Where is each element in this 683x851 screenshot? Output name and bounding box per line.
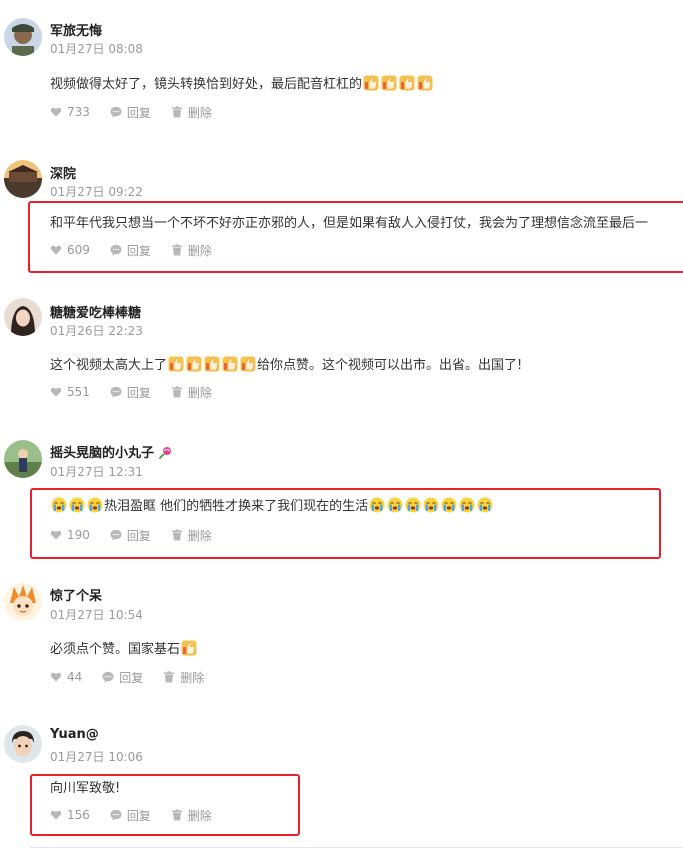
comment-text: 向川军致敬! (50, 781, 121, 796)
crying-face-icon (368, 499, 494, 514)
comment-text: 和平年代我只想当一个不坏不好亦正亦邪的人，但是如果有敌人入侵打仗，我会为了理想信… (50, 216, 649, 231)
delete-button[interactable]: 删除 (163, 669, 204, 686)
delete-label: 删除 (187, 105, 212, 120)
timestamp: 01月27日 10:54 (50, 608, 143, 622)
delete-button[interactable]: 删除 (171, 242, 212, 259)
avatar[interactable] (4, 160, 42, 198)
like-button[interactable]: 190 (50, 528, 90, 542)
delete-label: 删除 (187, 528, 212, 543)
comment-actions: 44 回复 删除 (50, 669, 224, 685)
avatar[interactable] (4, 583, 42, 621)
username[interactable]: 深院 (50, 163, 76, 182)
reply-label: 回复 (126, 243, 151, 258)
trash-icon (171, 529, 183, 541)
comment-bubble-icon (102, 671, 114, 683)
comment-bubble-icon (110, 529, 122, 541)
bottom-divider (30, 847, 683, 848)
comment-text: 热泪盈眶 他们的牺牲才换来了我们现在的生活 (50, 497, 680, 517)
thumbs-up-icon (167, 358, 257, 373)
comment-bubble-icon (110, 386, 122, 398)
delete-label: 删除 (187, 385, 212, 400)
comment-text-body: 必须点个赞。国家基石 (50, 642, 181, 657)
trash-icon (171, 106, 183, 118)
trash-icon (171, 244, 183, 256)
avatar[interactable] (4, 725, 42, 763)
heart-icon (50, 529, 62, 541)
reply-button[interactable]: 回复 (110, 807, 151, 824)
like-count: 733 (67, 105, 90, 119)
reply-label: 回复 (119, 670, 144, 685)
comment-actions: 156 回复 删除 (50, 807, 232, 823)
avatar[interactable] (4, 298, 42, 336)
delete-button[interactable]: 删除 (171, 527, 212, 544)
delete-button[interactable]: 删除 (171, 104, 212, 121)
crying-face-icon (50, 499, 104, 514)
comment-actions: 190 回复 删除 (50, 527, 232, 543)
delete-button[interactable]: 删除 (171, 384, 212, 401)
like-count: 156 (67, 808, 90, 822)
username[interactable]: Yuan@ (50, 727, 99, 742)
delete-button[interactable]: 删除 (171, 807, 212, 824)
username[interactable]: 糖糖爱吃棒棒糖 (50, 302, 141, 321)
reply-button[interactable]: 回复 (110, 527, 151, 544)
comment-bubble-icon (110, 244, 122, 256)
like-button[interactable]: 733 (50, 105, 90, 119)
comment-text-body: 视频做得太好了，镜头转换恰到好处，最后配音杠杠的 (50, 77, 363, 92)
avatar[interactable] (4, 440, 42, 478)
avatar[interactable] (4, 18, 42, 56)
reply-label: 回复 (126, 105, 151, 120)
highlight-box (28, 201, 683, 273)
like-count: 44 (67, 670, 83, 684)
comment-text-body: 热泪盈眶 他们的牺牲才换来了我们现在的生活 (104, 499, 369, 514)
heart-icon (50, 244, 62, 256)
comment-text: 这个视频太高大上了 给你点赞。这个视频可以出市。出省。出国了! (50, 356, 680, 376)
delete-label: 删除 (187, 243, 212, 258)
timestamp: 01月27日 09:22 (50, 185, 143, 199)
like-button[interactable]: 551 (50, 385, 90, 399)
reply-label: 回复 (126, 808, 151, 823)
reply-button[interactable]: 回复 (110, 242, 151, 259)
comment-actions: 609 回复 删除 (50, 242, 232, 258)
comment-actions: 551 回复 删除 (50, 384, 232, 400)
like-button[interactable]: 156 (50, 808, 90, 822)
like-button[interactable]: 609 (50, 243, 90, 257)
heart-icon (50, 671, 62, 683)
username[interactable]: 惊了个呆 (50, 585, 102, 604)
comment-actions: 733 回复 删除 (50, 104, 232, 120)
comment-text-body: 这个视频太高大上了 (50, 358, 168, 373)
comment-bubble-icon (110, 809, 122, 821)
username[interactable]: 军旅无悔 (50, 20, 102, 39)
delete-label: 删除 (187, 808, 212, 823)
trash-icon (163, 671, 175, 683)
timestamp: 01月27日 08:08 (50, 42, 143, 56)
trash-icon (171, 386, 183, 398)
comment-bubble-icon (110, 106, 122, 118)
like-count: 551 (67, 385, 90, 399)
thumbs-up-icon (362, 77, 434, 92)
heart-icon (50, 106, 62, 118)
thumbs-up-icon (180, 642, 198, 657)
timestamp: 01月27日 10:06 (50, 750, 143, 764)
comment-text: 必须点个赞。国家基石 (50, 640, 680, 660)
username[interactable]: 摇头晃脑的小丸子 (50, 442, 172, 464)
username-text: 摇头晃脑的小丸子 (50, 446, 155, 461)
reply-button[interactable]: 回复 (110, 104, 151, 121)
reply-button[interactable]: 回复 (110, 384, 151, 401)
heart-icon (50, 386, 62, 398)
reply-button[interactable]: 回复 (102, 669, 143, 686)
lollipop-icon (158, 446, 172, 464)
delete-label: 删除 (180, 670, 205, 685)
reply-label: 回复 (126, 385, 151, 400)
timestamp: 01月26日 22:23 (50, 324, 143, 338)
reply-label: 回复 (126, 528, 151, 543)
heart-icon (50, 809, 62, 821)
like-button[interactable]: 44 (50, 670, 82, 684)
comment-text-tail: 给你点赞。这个视频可以出市。出省。出国了! (257, 358, 523, 373)
trash-icon (171, 809, 183, 821)
like-count: 190 (67, 528, 90, 542)
like-count: 609 (67, 243, 90, 257)
timestamp: 01月27日 12:31 (50, 465, 143, 479)
comment-text: 视频做得太好了，镜头转换恰到好处，最后配音杠杠的 (50, 75, 680, 95)
